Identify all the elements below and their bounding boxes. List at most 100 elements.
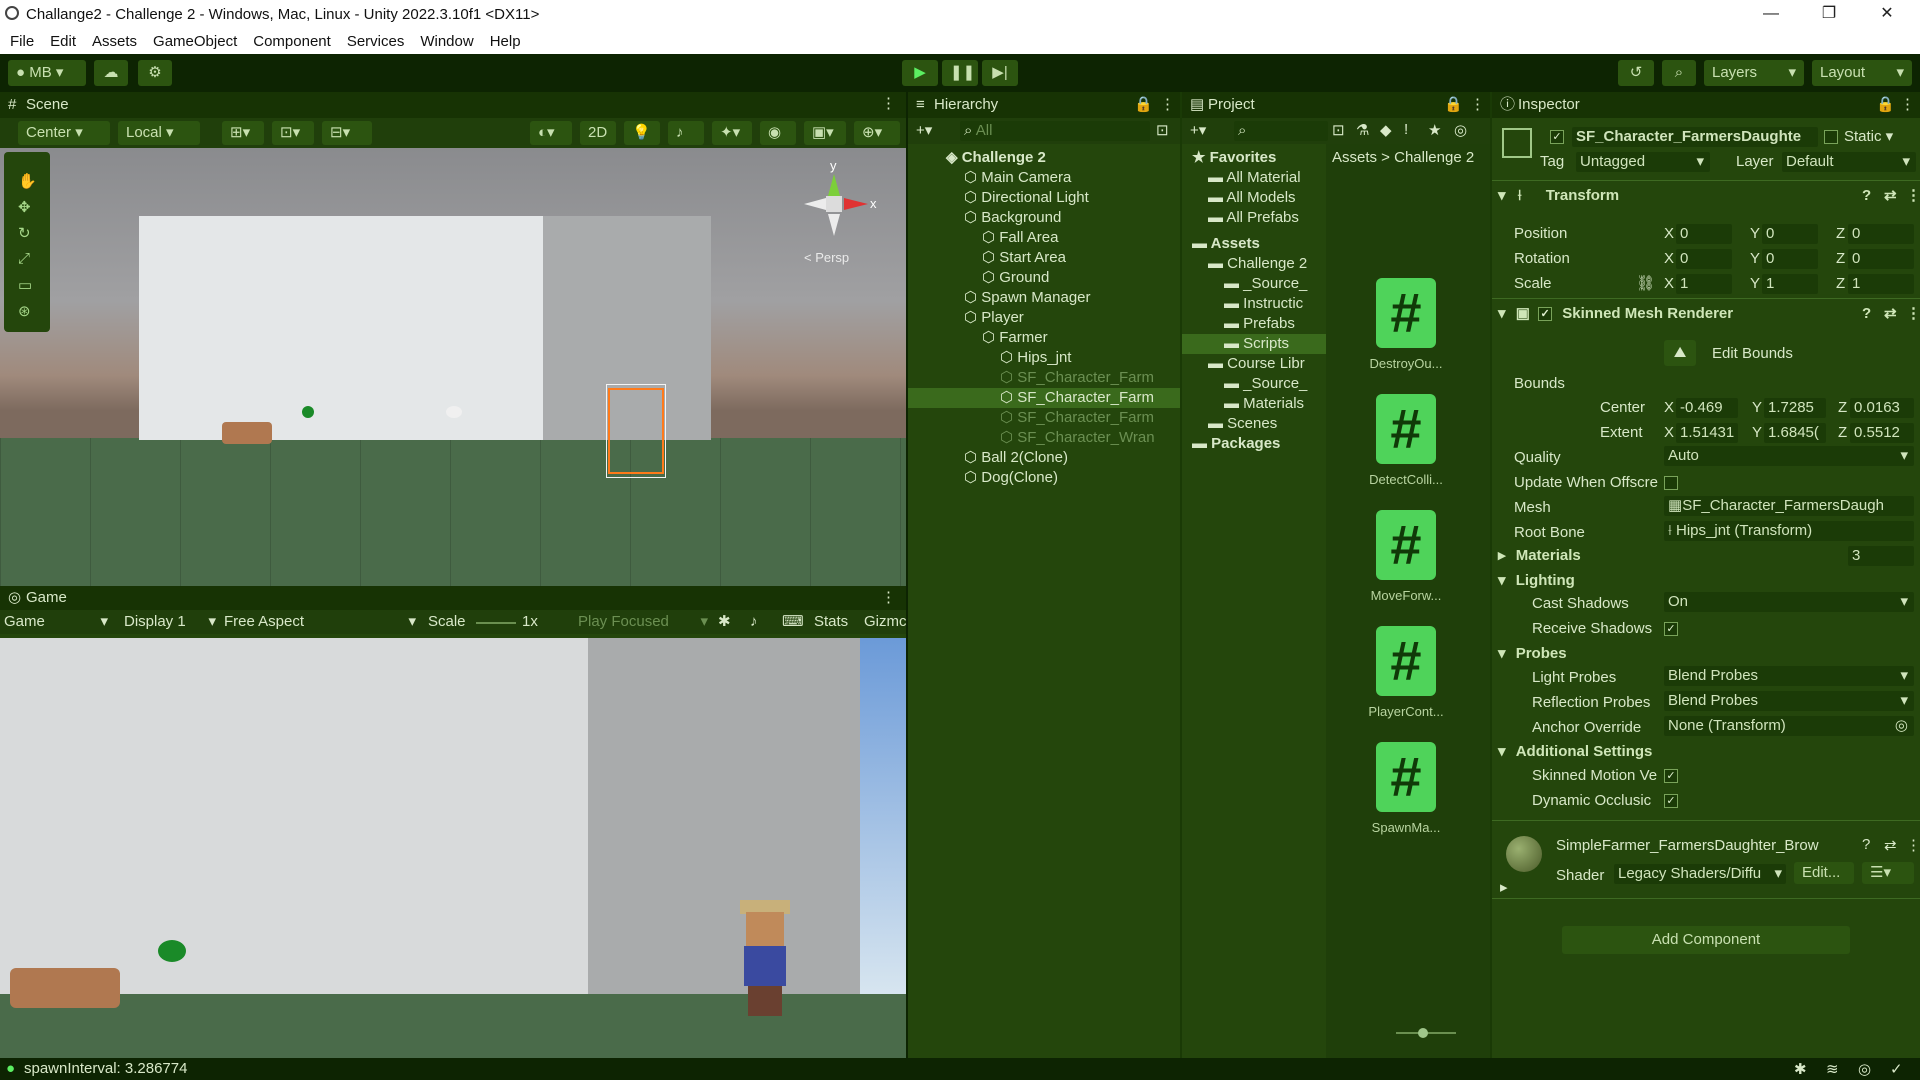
mode-2d-button[interactable]: 2D	[580, 121, 616, 145]
hierarchy-item[interactable]: ⬡ Hips_jnt	[908, 348, 1180, 368]
layout-dropdown[interactable]: Layout ▾	[1812, 60, 1912, 86]
more-icon[interactable]: ⋮	[1906, 302, 1920, 326]
static-checkbox[interactable]	[1824, 130, 1838, 144]
keyboard-icon[interactable]: ⌨	[782, 612, 804, 632]
hierarchy-item[interactable]: ⬡ Dog(Clone)	[908, 468, 1180, 488]
breadcrumb-assets[interactable]: Assets	[1332, 149, 1377, 166]
shader-options-icon[interactable]: ☰▾	[1862, 862, 1914, 884]
close-button[interactable]: ✕	[1858, 0, 1916, 28]
script-icon[interactable]: #	[1376, 510, 1436, 580]
effects-icon[interactable]: ✦▾	[712, 121, 752, 145]
static-dropdown[interactable]: Static ▾	[1844, 127, 1893, 147]
play-focused-dropdown[interactable]: Play Focused ▾	[578, 612, 708, 632]
console-message[interactable]: spawnInterval: 3.286774	[24, 1060, 187, 1077]
hierarchy-item[interactable]: ⬡ Main Camera	[908, 168, 1180, 188]
light-probes-dropdown[interactable]: Blend Probes ▾	[1664, 666, 1914, 686]
project-folder-item[interactable]: ▬ Course Libr	[1182, 354, 1326, 374]
root-bone-field[interactable]: ⟊ Hips_jnt (Transform)	[1664, 521, 1914, 541]
step-button[interactable]: ▶|	[982, 60, 1018, 86]
bug-icon[interactable]: ✱	[1794, 1060, 1807, 1078]
layer-dropdown[interactable]: Default ▾	[1782, 152, 1916, 172]
favorite-icon[interactable]: ★	[1428, 121, 1441, 139]
lock-icon[interactable]: 🔒	[1134, 95, 1153, 113]
scale-z-field[interactable]: 1	[1848, 274, 1914, 294]
project-folder-item[interactable]: ▬ Scenes	[1182, 414, 1326, 434]
visibility-icon[interactable]: ◉	[760, 121, 796, 145]
search-scope-icon[interactable]: ⊡	[1332, 121, 1345, 139]
skinned-motion-checkbox[interactable]: ✓	[1664, 769, 1678, 783]
hierarchy-item[interactable]: ⬡ Ball 2(Clone)	[908, 448, 1180, 468]
more-icon[interactable]: ⋮	[1906, 184, 1920, 208]
smr-enabled-checkbox[interactable]: ✓	[1538, 307, 1553, 322]
account-dropdown[interactable]: ● MB ▾	[8, 60, 86, 86]
project-folder-item[interactable]: ▬ _Source_	[1182, 274, 1326, 294]
cloud-icon[interactable]: ☁	[94, 60, 128, 86]
search-mode-icon[interactable]: ⊡	[1156, 121, 1169, 139]
move-tool-icon[interactable]: ✥	[18, 198, 31, 216]
progress-icon[interactable]: ◎	[1858, 1060, 1871, 1078]
add-icon[interactable]: +▾	[1190, 121, 1206, 139]
script-icon[interactable]: #	[1376, 626, 1436, 696]
project-folder-item[interactable]: ▬ Instructic	[1182, 294, 1326, 314]
lock-icon[interactable]: 🔒	[1444, 95, 1463, 113]
audio-icon[interactable]: ♪	[668, 121, 704, 145]
foldout-icon[interactable]: ▸	[1500, 878, 1508, 896]
hand-tool-icon[interactable]: ✋	[18, 172, 37, 190]
script-icon[interactable]: #	[1376, 742, 1436, 812]
rotation-z-field[interactable]: 0	[1848, 249, 1914, 269]
hierarchy-item[interactable]: ⬡ SF_Character_Wran	[908, 428, 1180, 448]
hierarchy-item[interactable]: ⬡ Background	[908, 208, 1180, 228]
preset-icon[interactable]: ⇄	[1884, 302, 1897, 326]
project-folder-item[interactable]: ▬ Assets	[1182, 234, 1326, 254]
help-icon[interactable]: ?	[1862, 302, 1871, 326]
search-icon[interactable]: ⌕	[1662, 60, 1696, 86]
hierarchy-item[interactable]: ⬡ SF_Character_Farm	[908, 388, 1180, 408]
project-folder-item[interactable]: ▬ Prefabs	[1182, 314, 1326, 334]
dynamic-occlusion-checkbox[interactable]: ✓	[1664, 794, 1678, 808]
breadcrumb-challenge[interactable]: Challenge 2	[1394, 149, 1474, 166]
project-folder-item[interactable]: ▬ _Source_	[1182, 374, 1326, 394]
menu-window[interactable]: Window	[420, 33, 473, 50]
stats-button[interactable]: Stats	[814, 612, 848, 632]
maximize-button[interactable]: ❐	[1800, 0, 1858, 28]
scale-slider[interactable]	[476, 622, 516, 624]
check-icon[interactable]: ✓	[1890, 1060, 1903, 1078]
hierarchy-item[interactable]: ⬡ Fall Area	[908, 228, 1180, 248]
smr-header[interactable]: ▾ ▣ ✓ Skinned Mesh Renderer ? ⇄ ⋮	[1492, 302, 1920, 326]
project-folder-item[interactable]: ▬ All Material	[1182, 168, 1326, 188]
position-y-field[interactable]: 0	[1762, 224, 1818, 244]
hierarchy-item[interactable]: ⬡ Ground	[908, 268, 1180, 288]
receive-shadows-checkbox[interactable]: ✓	[1664, 622, 1678, 636]
persp-label[interactable]: < Persp	[804, 250, 849, 265]
rotation-y-field[interactable]: 0	[1762, 249, 1818, 269]
add-component-button[interactable]: Add Component	[1562, 926, 1850, 954]
tab-scene[interactable]: # Scene	[0, 93, 69, 117]
menu-help[interactable]: Help	[490, 33, 521, 50]
bug-icon[interactable]: ✱	[718, 612, 731, 632]
hierarchy-item[interactable]: ⬡ Directional Light	[908, 188, 1180, 208]
more-icon[interactable]: ⋮	[1900, 95, 1915, 113]
preset-icon[interactable]: ⇄	[1884, 184, 1897, 208]
display-dropdown[interactable]: Display 1 ▾	[124, 612, 216, 632]
menu-file[interactable]: File	[10, 33, 34, 50]
grid-plane-icon[interactable]: ⊟▾	[322, 121, 372, 145]
script-icon[interactable]: #	[1376, 394, 1436, 464]
layers-icon[interactable]: ≋	[1826, 1060, 1839, 1078]
transform-header[interactable]: ▾ ⟊ Transform ? ⇄ ⋮	[1492, 184, 1920, 208]
scale-y-field[interactable]: 1	[1762, 274, 1818, 294]
more-icon[interactable]: ⋮	[881, 94, 896, 112]
hierarchy-item[interactable]: ⬡ Start Area	[908, 248, 1180, 268]
reflection-probes-dropdown[interactable]: Blend Probes ▾	[1664, 691, 1914, 711]
lighting-icon[interactable]: 💡	[624, 121, 660, 145]
layers-dropdown[interactable]: Layers ▾	[1704, 60, 1804, 86]
scale-tool-icon[interactable]: ⤢	[18, 250, 30, 267]
quality-dropdown[interactable]: Auto ▾	[1664, 446, 1914, 466]
hierarchy-item[interactable]: ⬡ Farmer	[908, 328, 1180, 348]
anchor-override-field[interactable]: None (Transform) ◎	[1664, 716, 1914, 736]
hidden-packages-icon[interactable]: ◎	[1454, 121, 1467, 139]
lighting-foldout[interactable]: ▾ Lighting	[1492, 569, 1920, 593]
shader-dropdown[interactable]: Legacy Shaders/Diffu ▾	[1614, 864, 1786, 884]
menu-edit[interactable]: Edit	[50, 33, 76, 50]
tab-hierarchy[interactable]: ≡ Hierarchy	[908, 93, 998, 117]
hierarchy-item[interactable]: ⬡ Player	[908, 308, 1180, 328]
